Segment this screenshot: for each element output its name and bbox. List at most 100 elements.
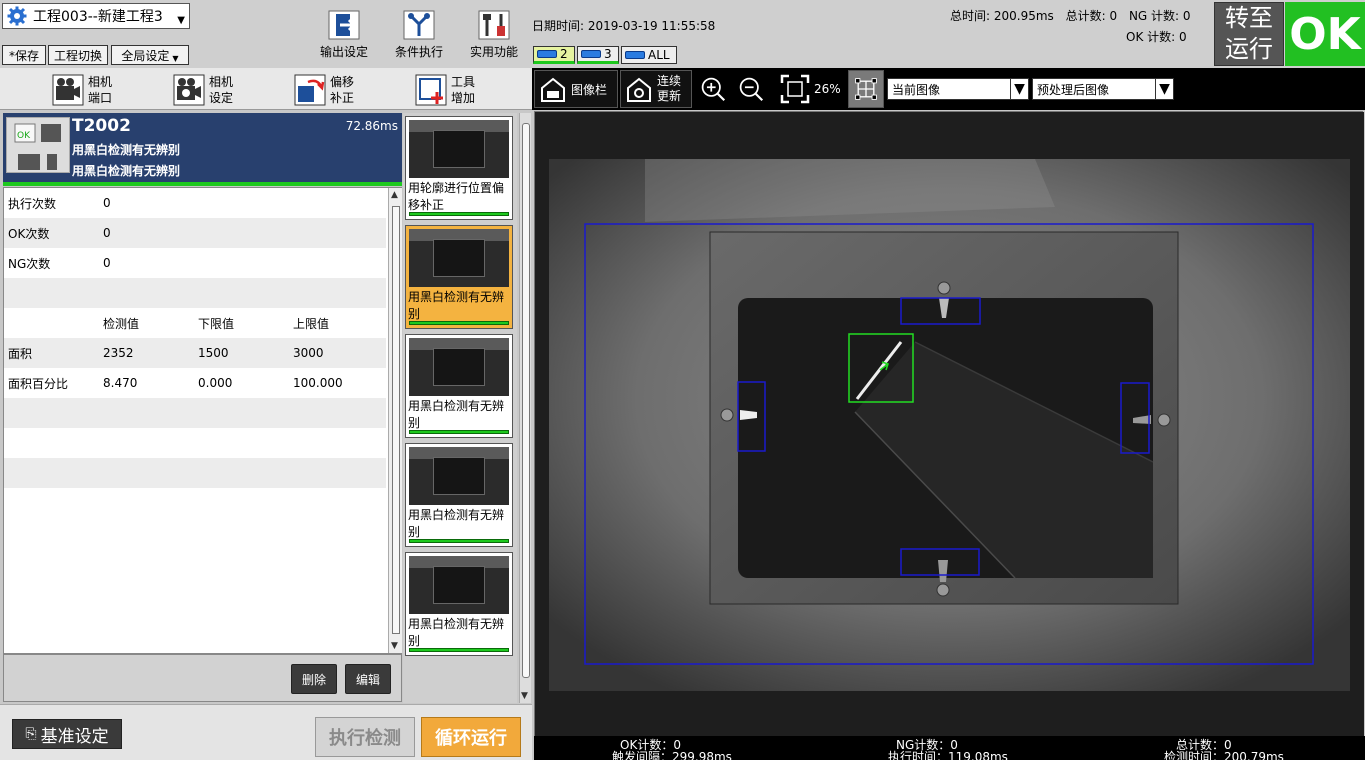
- table-cell: 0: [103, 256, 111, 270]
- current-image-value: 当前图像: [892, 82, 941, 97]
- continuous-l1: 连续: [657, 74, 682, 88]
- roi-grid-icon: [855, 78, 877, 100]
- thumbnail-panel: [433, 239, 485, 277]
- camera-tab-2[interactable]: 2: [533, 46, 575, 64]
- tool-add-button[interactable]: 工具 增加: [415, 72, 475, 108]
- chevron-down-icon: ▼: [177, 14, 185, 26]
- camera-settings-button[interactable]: 相机 设定: [173, 72, 233, 108]
- camera-setting-l1: 相机: [209, 75, 234, 89]
- thumbnail-image: [409, 229, 509, 287]
- camera-tab-all[interactable]: ALL: [621, 46, 677, 64]
- thumbnail-scrollbar[interactable]: ▼: [519, 113, 531, 703]
- table-row[interactable]: OK次数 0: [4, 218, 386, 248]
- image-toolbar: 图像栏 连续 更新 26% 当前图像 ▼ 预处理后图像 ▼: [532, 68, 1365, 110]
- utility-label: 实用功能: [469, 45, 518, 59]
- loop-run-button[interactable]: 循环运行: [421, 717, 521, 757]
- base-setting-button[interactable]: ⎘ 基准设定: [12, 719, 122, 749]
- camera-tab-3[interactable]: 3: [577, 46, 619, 64]
- switch-to-run-button[interactable]: 转至 运行: [1214, 2, 1284, 66]
- tool-thumbnail-item[interactable]: 用黑白检测有无辨别: [405, 225, 513, 329]
- camera-port-l2: 端口: [88, 91, 113, 105]
- offset-l1: 偏移: [330, 75, 355, 89]
- table-cell: 面积: [8, 346, 33, 361]
- table-row[interactable]: [4, 278, 386, 308]
- zoom-in-icon: [701, 77, 726, 102]
- table-row[interactable]: 面积 2352 1500 3000: [4, 338, 386, 368]
- delete-button[interactable]: 删除: [291, 664, 337, 694]
- tool-thumbnail-item[interactable]: 用黑白检测有无辨别: [405, 443, 513, 547]
- camera-icon: [625, 51, 645, 59]
- tool-thumbnail-list: 用轮廓进行位置偏移补正 用黑白检测有无辨别 用黑白检测有无辨别 用黑白检测有无辨别 用黑…: [403, 113, 517, 703]
- table-row[interactable]: NG次数 0: [4, 248, 386, 278]
- total-count-text: 总计数: 0: [1065, 9, 1118, 23]
- zoom-out-button[interactable]: [734, 70, 768, 108]
- condition-exec-button[interactable]: 条件执行: [384, 10, 454, 66]
- current-image-select[interactable]: 当前图像 ▼: [887, 78, 1029, 100]
- thumbnail-status-bar: [409, 430, 509, 434]
- branch-icon: [403, 10, 435, 40]
- edit-button[interactable]: 编辑: [345, 664, 391, 694]
- table-row[interactable]: [4, 398, 386, 428]
- utility-button[interactable]: 实用功能: [459, 10, 529, 66]
- offset-icon: [294, 74, 326, 106]
- table-row[interactable]: 检测值 下限值 上限值: [4, 308, 386, 338]
- scroll-up-icon[interactable]: ▲: [391, 190, 398, 200]
- zoom-in-button[interactable]: [696, 70, 730, 108]
- global-settings-button[interactable]: 全局设定 ▼: [111, 45, 189, 65]
- tools-icon: [478, 10, 510, 40]
- thumbnail-label: 用黑白检测有无辨别: [408, 508, 505, 539]
- tool-thumbnail-item[interactable]: 用黑白检测有无辨别: [405, 552, 513, 656]
- left-toolbar: 相机端口 相机设定 偏移 补正 工具 增加: [0, 68, 532, 110]
- camera-port-l1: 相机: [88, 75, 113, 89]
- offset-correction-button[interactable]: 偏移 补正: [294, 72, 354, 108]
- camera-setting-l2: 设定: [209, 91, 234, 105]
- detail-scrollbar[interactable]: ▲ ▼: [388, 188, 402, 653]
- project-switch-button[interactable]: 工程切换: [48, 45, 108, 65]
- scroll-thumb[interactable]: [392, 206, 400, 634]
- fit-view-button[interactable]: 26%: [776, 70, 844, 108]
- save-button[interactable]: *保存: [2, 45, 46, 65]
- thumbnail-status-bar: [409, 539, 509, 543]
- camera-icon: [581, 50, 601, 58]
- table-row[interactable]: 面积百分比 8.470 0.000 100.000: [4, 368, 386, 398]
- roi-select-button[interactable]: [848, 70, 884, 108]
- project-selector[interactable]: 工程003--新建工程3 ▼: [2, 3, 190, 29]
- app-window: 工程003--新建工程3 ▼ *保存 工程切换 全局设定 ▼ 输出设定 条件执行: [0, 0, 1365, 760]
- settings-icon: ⎘: [25, 726, 37, 742]
- camera-port-button[interactable]: 相机 端口: [52, 72, 112, 108]
- thumbnail-label: 用黑白检测有无辨别: [408, 617, 505, 648]
- tool-thumbnail-item[interactable]: 用黑白检测有无辨别: [405, 334, 513, 438]
- viewer-status-bar: OK计数：0 触发间隔：299.98ms NG计数：0 执行时间：119.08m…: [534, 736, 1365, 760]
- switch-run-line1: 转至: [1225, 4, 1273, 32]
- datetime-text: 日期时间: 2019-03-19 11:55:58: [532, 19, 716, 33]
- execute-detection-button[interactable]: 执行检测: [315, 717, 415, 757]
- top-bar: 工程003--新建工程3 ▼ *保存 工程切换 全局设定 ▼ 输出设定 条件执行: [0, 0, 1365, 68]
- thumbnail-status-bar: [409, 648, 509, 652]
- global-settings-label: 全局设定: [121, 48, 170, 63]
- continuous-update-button[interactable]: 连续 更新: [620, 70, 692, 108]
- tool-thumbnail-item[interactable]: 用轮廓进行位置偏移补正: [405, 116, 513, 220]
- table-row[interactable]: [4, 458, 386, 488]
- scroll-down-icon[interactable]: ▼: [391, 641, 398, 651]
- camera-refresh-icon: [627, 77, 651, 102]
- table-cell: OK次数: [8, 226, 50, 241]
- table-row[interactable]: [4, 428, 386, 458]
- thumbnail-panel: [433, 566, 485, 604]
- output-settings-button[interactable]: 输出设定: [309, 10, 379, 66]
- table-cell: 1500: [198, 346, 229, 360]
- table-row[interactable]: 执行次数 0: [4, 188, 386, 218]
- camera-icon: [537, 50, 557, 58]
- tool-header-badge: OK: [17, 131, 31, 141]
- export-icon: [328, 10, 360, 40]
- scroll-thumb[interactable]: [522, 123, 530, 678]
- thumbnail-label: 用轮廓进行位置偏移补正: [408, 181, 505, 212]
- scroll-down-icon[interactable]: ▼: [521, 691, 528, 701]
- status-detect-time: 检测时间：200.79ms: [1164, 750, 1284, 760]
- table-cell: 0: [103, 196, 111, 210]
- image-viewer[interactable]: [534, 111, 1364, 737]
- table-cell: 2352: [103, 346, 134, 360]
- bottom-left-panel: ⎘ 基准设定 执行检测 循环运行: [0, 704, 532, 760]
- image-bar-button[interactable]: 图像栏: [534, 70, 618, 108]
- table-cell: 3000: [293, 346, 324, 360]
- processed-image-select[interactable]: 预处理后图像 ▼: [1032, 78, 1174, 100]
